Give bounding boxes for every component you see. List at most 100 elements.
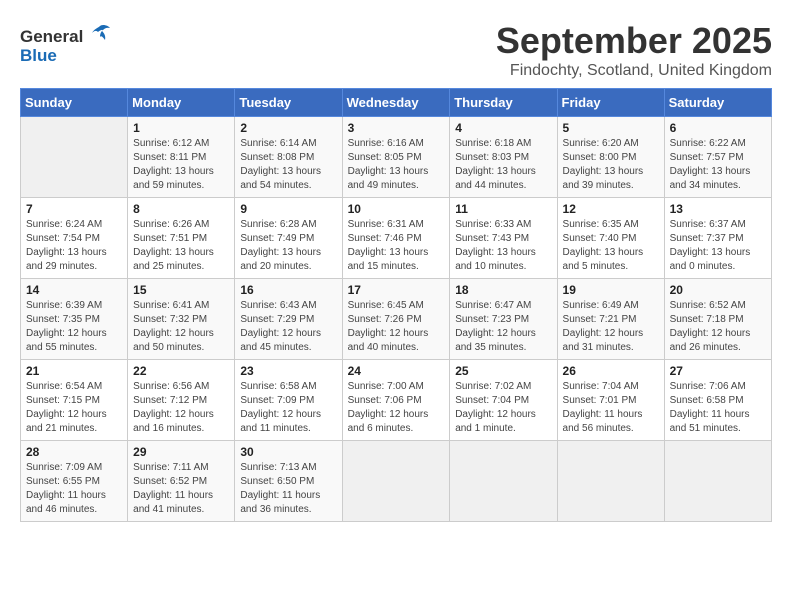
day-number: 26 — [563, 364, 659, 378]
calendar-cell: 29 Sunrise: 7:11 AM Sunset: 6:52 PM Dayli… — [128, 441, 235, 522]
day-number: 13 — [670, 202, 766, 216]
day-number: 12 — [563, 202, 659, 216]
day-info: Sunrise: 6:33 AM Sunset: 7:43 PM Dayligh… — [455, 218, 551, 274]
calendar-cell: 24 Sunrise: 7:00 AM Sunset: 7:06 PM Dayli… — [342, 360, 450, 441]
calendar-cell: 17 Sunrise: 6:45 AM Sunset: 7:26 PM Dayli… — [342, 279, 450, 360]
calendar-cell: 10 Sunrise: 6:31 AM Sunset: 7:46 PM Dayli… — [342, 198, 450, 279]
calendar-week-row: 7 Sunrise: 6:24 AM Sunset: 7:54 PM Daylig… — [21, 198, 772, 279]
day-info: Sunrise: 6:37 AM Sunset: 7:37 PM Dayligh… — [670, 218, 766, 274]
calendar-week-row: 1 Sunrise: 6:12 AM Sunset: 8:11 PM Daylig… — [21, 117, 772, 198]
calendar-cell: 22 Sunrise: 6:56 AM Sunset: 7:12 PM Dayli… — [128, 360, 235, 441]
calendar-cell — [21, 117, 128, 198]
calendar-cell: 11 Sunrise: 6:33 AM Sunset: 7:43 PM Dayli… — [450, 198, 557, 279]
location-subtitle: Findochty, Scotland, United Kingdom — [20, 62, 772, 80]
day-number: 30 — [240, 445, 336, 459]
day-number: 15 — [133, 283, 229, 297]
calendar-cell: 15 Sunrise: 6:41 AM Sunset: 7:32 PM Dayli… — [128, 279, 235, 360]
calendar-week-row: 28 Sunrise: 7:09 AM Sunset: 6:55 PM Dayli… — [21, 441, 772, 522]
month-year-title: September 2025 — [20, 20, 772, 62]
day-info: Sunrise: 6:35 AM Sunset: 7:40 PM Dayligh… — [563, 218, 659, 274]
calendar-week-row: 21 Sunrise: 6:54 AM Sunset: 7:15 PM Dayli… — [21, 360, 772, 441]
calendar-cell: 18 Sunrise: 6:47 AM Sunset: 7:23 PM Dayli… — [450, 279, 557, 360]
day-number: 11 — [455, 202, 551, 216]
day-number: 27 — [670, 364, 766, 378]
calendar-cell: 27 Sunrise: 7:06 AM Sunset: 6:58 PM Dayli… — [664, 360, 771, 441]
day-info: Sunrise: 6:39 AM Sunset: 7:35 PM Dayligh… — [26, 299, 122, 355]
calendar-week-row: 14Sunrise: 6:39 AM Sunset: 7:35 PM Dayli… — [21, 279, 772, 360]
day-info: Sunrise: 6:54 AM Sunset: 7:15 PM Dayligh… — [26, 380, 122, 436]
day-info: Sunrise: 7:04 AM Sunset: 7:01 PM Dayligh… — [563, 380, 659, 436]
day-info: Sunrise: 6:26 AM Sunset: 7:51 PM Dayligh… — [133, 218, 229, 274]
day-number: 29 — [133, 445, 229, 459]
day-number: 3 — [348, 121, 445, 135]
page-header: September 2025 Findochty, Scotland, Unit… — [20, 20, 772, 80]
day-info: Sunrise: 7:00 AM Sunset: 7:06 PM Dayligh… — [348, 380, 445, 436]
day-info: Sunrise: 6:18 AM Sunset: 8:03 PM Dayligh… — [455, 137, 551, 193]
day-number: 1 — [133, 121, 229, 135]
day-info: Sunrise: 6:56 AM Sunset: 7:12 PM Dayligh… — [133, 380, 229, 436]
day-number: 20 — [670, 283, 766, 297]
calendar-cell: 19 Sunrise: 6:49 AM Sunset: 7:21 PM Dayli… — [557, 279, 664, 360]
calendar-cell — [664, 441, 771, 522]
calendar-cell: 28 Sunrise: 7:09 AM Sunset: 6:55 PM Dayli… — [21, 441, 128, 522]
day-number: 19 — [563, 283, 659, 297]
day-info: Sunrise: 7:02 AM Sunset: 7:04 PM Dayligh… — [455, 380, 551, 436]
day-number: 4 — [455, 121, 551, 135]
day-header-tuesday: Tuesday — [235, 89, 342, 117]
day-info: Sunrise: 6:41 AM Sunset: 7:32 PM Dayligh… — [133, 299, 229, 355]
day-header-thursday: Thursday — [450, 89, 557, 117]
day-number: 24 — [348, 364, 445, 378]
day-info: Sunrise: 6:43 AM Sunset: 7:29 PM Dayligh… — [240, 299, 336, 355]
calendar-header-row: SundayMondayTuesdayWednesdayThursdayFrid… — [21, 89, 772, 117]
day-info: Sunrise: 6:24 AM Sunset: 7:54 PM Dayligh… — [26, 218, 122, 274]
day-info: Sunrise: 7:13 AM Sunset: 6:50 PM Dayligh… — [240, 461, 336, 517]
day-number: 21 — [26, 364, 122, 378]
day-info: Sunrise: 6:47 AM Sunset: 7:23 PM Dayligh… — [455, 299, 551, 355]
day-number: 18 — [455, 283, 551, 297]
day-number: 28 — [26, 445, 122, 459]
calendar-cell: 14Sunrise: 6:39 AM Sunset: 7:35 PM Dayli… — [21, 279, 128, 360]
calendar-cell: 30 Sunrise: 7:13 AM Sunset: 6:50 PM Dayli… — [235, 441, 342, 522]
calendar-table: SundayMondayTuesdayWednesdayThursdayFrid… — [20, 88, 772, 522]
day-number: 8 — [133, 202, 229, 216]
day-info: Sunrise: 6:49 AM Sunset: 7:21 PM Dayligh… — [563, 299, 659, 355]
day-info: Sunrise: 6:31 AM Sunset: 7:46 PM Dayligh… — [348, 218, 445, 274]
day-info: Sunrise: 6:45 AM Sunset: 7:26 PM Dayligh… — [348, 299, 445, 355]
day-info: Sunrise: 6:14 AM Sunset: 8:08 PM Dayligh… — [240, 137, 336, 193]
calendar-cell: 6 Sunrise: 6:22 AM Sunset: 7:57 PM Daylig… — [664, 117, 771, 198]
day-number: 6 — [670, 121, 766, 135]
calendar-cell: 26 Sunrise: 7:04 AM Sunset: 7:01 PM Dayli… — [557, 360, 664, 441]
day-number: 17 — [348, 283, 445, 297]
logo: General Blue — [20, 24, 112, 65]
day-info: Sunrise: 6:20 AM Sunset: 8:00 PM Dayligh… — [563, 137, 659, 193]
day-number: 7 — [26, 202, 122, 216]
day-info: Sunrise: 6:58 AM Sunset: 7:09 PM Dayligh… — [240, 380, 336, 436]
logo-bird-icon — [90, 24, 112, 42]
day-info: Sunrise: 7:06 AM Sunset: 6:58 PM Dayligh… — [670, 380, 766, 436]
day-number: 23 — [240, 364, 336, 378]
day-info: Sunrise: 7:09 AM Sunset: 6:55 PM Dayligh… — [26, 461, 122, 517]
calendar-cell: 13 Sunrise: 6:37 AM Sunset: 7:37 PM Dayli… — [664, 198, 771, 279]
calendar-cell: 9Sunrise: 6:28 AM Sunset: 7:49 PM Daylig… — [235, 198, 342, 279]
calendar-cell: 16Sunrise: 6:43 AM Sunset: 7:29 PM Dayli… — [235, 279, 342, 360]
day-info: Sunrise: 6:16 AM Sunset: 8:05 PM Dayligh… — [348, 137, 445, 193]
calendar-cell: 20 Sunrise: 6:52 AM Sunset: 7:18 PM Dayli… — [664, 279, 771, 360]
calendar-cell: 7 Sunrise: 6:24 AM Sunset: 7:54 PM Daylig… — [21, 198, 128, 279]
day-number: 10 — [348, 202, 445, 216]
calendar-cell — [557, 441, 664, 522]
day-header-sunday: Sunday — [21, 89, 128, 117]
day-info: Sunrise: 6:52 AM Sunset: 7:18 PM Dayligh… — [670, 299, 766, 355]
calendar-cell: 23 Sunrise: 6:58 AM Sunset: 7:09 PM Dayli… — [235, 360, 342, 441]
day-number: 5 — [563, 121, 659, 135]
day-number: 25 — [455, 364, 551, 378]
day-info: Sunrise: 6:28 AM Sunset: 7:49 PM Dayligh… — [240, 218, 336, 274]
day-info: Sunrise: 6:12 AM Sunset: 8:11 PM Dayligh… — [133, 137, 229, 193]
day-info: Sunrise: 7:11 AM Sunset: 6:52 PM Dayligh… — [133, 461, 229, 517]
day-header-wednesday: Wednesday — [342, 89, 450, 117]
calendar-cell: 1 Sunrise: 6:12 AM Sunset: 8:11 PM Daylig… — [128, 117, 235, 198]
day-number: 22 — [133, 364, 229, 378]
calendar-cell — [450, 441, 557, 522]
calendar-cell: 4 Sunrise: 6:18 AM Sunset: 8:03 PM Daylig… — [450, 117, 557, 198]
day-info: Sunrise: 6:22 AM Sunset: 7:57 PM Dayligh… — [670, 137, 766, 193]
calendar-cell: 12 Sunrise: 6:35 AM Sunset: 7:40 PM Dayli… — [557, 198, 664, 279]
